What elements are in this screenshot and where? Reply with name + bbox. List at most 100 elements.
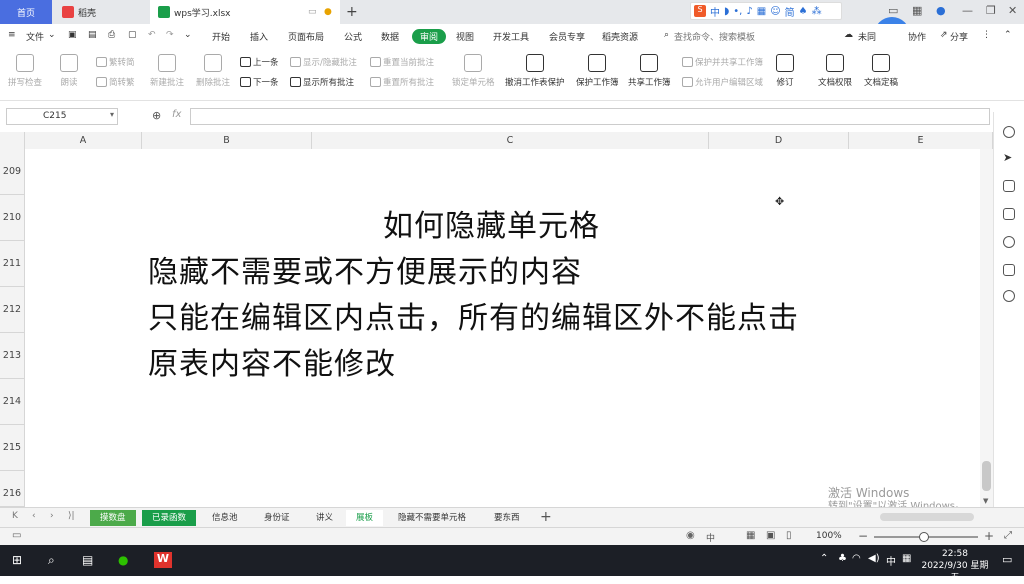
task-view-icon[interactable]: ▤ (82, 553, 93, 567)
collapse-ribbon-icon[interactable]: ⌃ (1004, 30, 1012, 40)
macro-icon[interactable]: ▭ (12, 530, 21, 541)
zoom-out-button[interactable]: − (858, 529, 868, 543)
windows-start-icon[interactable]: ⊞ (12, 553, 22, 567)
show-all-comments-button[interactable]: 显示所有批注 (290, 76, 354, 88)
redo-icon[interactable]: ↷ (166, 30, 174, 40)
column-header-a[interactable]: A (25, 132, 142, 149)
unsaved-status[interactable]: 未同 (858, 30, 876, 43)
zoom-icon[interactable]: ⊕ (152, 109, 161, 122)
tab-workbook[interactable]: wps学习.xlsx ▭ ● (150, 0, 340, 24)
last-sheet-icon[interactable]: ⟩| (68, 511, 75, 521)
row-header[interactable]: 215 (0, 425, 25, 471)
row-header[interactable]: 216 (0, 471, 25, 507)
column-header-d[interactable]: D (709, 132, 849, 149)
column-header-c[interactable]: C (312, 132, 709, 149)
monitor-icon[interactable]: ▭ (308, 7, 317, 17)
revise-button[interactable]: 修订 (776, 54, 794, 88)
tab-home[interactable]: 首页 (0, 0, 52, 24)
formula-input[interactable] (190, 108, 990, 125)
print-icon[interactable]: ⎙ (108, 30, 115, 40)
chevron-down-icon[interactable]: ▾ (110, 110, 114, 119)
vertical-scrollbar[interactable]: ▼ (980, 149, 993, 507)
search-icon[interactable]: ⌕ (48, 553, 55, 568)
sheet-tab[interactable]: 身份证 (254, 510, 300, 526)
sogou-icon[interactable]: S (694, 5, 706, 17)
help-icon[interactable] (1003, 236, 1015, 248)
add-sheet-button[interactable]: + (540, 509, 552, 525)
menu-daoke-resources[interactable]: 稻壳资源 (602, 30, 638, 43)
name-box[interactable]: C215 (6, 108, 118, 125)
lock-cell-button[interactable]: 锁定单元格 (452, 54, 495, 88)
format-icon[interactable] (1003, 208, 1015, 220)
ime-mode[interactable]: 中 (710, 4, 720, 19)
sheet-tab[interactable]: 要东西 (484, 510, 530, 526)
zoom-slider-thumb[interactable] (919, 532, 929, 542)
row-header[interactable]: 210 (0, 195, 25, 241)
row-header[interactable]: 209 (0, 149, 25, 195)
skin-icon[interactable]: ☺ (770, 6, 780, 17)
grid-icon[interactable]: ⁂ (812, 6, 822, 17)
tray-app-icon[interactable]: ♣ (838, 553, 847, 564)
avatar[interactable]: ● (936, 4, 946, 17)
row-header[interactable]: 212 (0, 287, 25, 333)
ime-simplified[interactable]: 简 (785, 4, 795, 19)
wechat-icon[interactable]: ● (118, 553, 128, 567)
next-comment-button[interactable]: 下一条 (240, 76, 279, 88)
menu-formula[interactable]: 公式 (344, 30, 362, 43)
protect-workbook-button[interactable]: 保护工作簿 (576, 54, 619, 88)
sheet-tab[interactable]: 已录函数 (142, 510, 197, 526)
delete-comment-button[interactable]: 删除批注 (196, 54, 230, 88)
preview-icon[interactable]: ▢ (128, 30, 137, 40)
scroll-thumb[interactable] (982, 461, 991, 491)
menu-start[interactable]: 开始 (212, 30, 230, 43)
spellcheck-button[interactable]: 拼写检查 (8, 54, 42, 88)
sheet-tab[interactable]: 讲义 (306, 510, 343, 526)
search-icon[interactable]: ⌕ (664, 30, 669, 40)
command-search[interactable]: 查找命令、搜索模板 (674, 30, 755, 43)
menu-page-layout[interactable]: 页面布局 (288, 30, 324, 43)
shirt-icon[interactable]: ♠ (799, 6, 808, 17)
chevron-down-icon[interactable]: ⌄ (48, 30, 56, 40)
menu-dev-tools[interactable]: 开发工具 (493, 30, 529, 43)
share-icon[interactable]: ⇗ (940, 30, 948, 40)
cell-grid[interactable]: 如何隐藏单元格 隐藏不需要或不方便展示的内容 只能在编辑区内点击，所有的编辑区外… (25, 149, 980, 507)
share-button[interactable]: 分享 (950, 30, 968, 43)
first-sheet-icon[interactable]: K (12, 511, 18, 521)
location-icon[interactable] (1003, 290, 1015, 302)
share-workbook-button[interactable]: 共享工作簿 (628, 54, 671, 88)
simp-to-trad-button[interactable]: 简转繁 (96, 76, 135, 88)
prev-sheet-icon[interactable]: ‹ (32, 511, 36, 521)
new-tab-button[interactable]: + (344, 0, 364, 24)
page-break-icon[interactable]: ▯ (786, 530, 792, 541)
layout-icon[interactable]: ▭ (888, 4, 898, 17)
unprotect-sheet-button[interactable]: 撤消工作表保护 (505, 54, 565, 88)
reset-current-comment-button[interactable]: 重置当前批注 (370, 56, 434, 68)
cloud-icon[interactable]: ☁ (844, 30, 853, 40)
row-header[interactable]: 213 (0, 333, 25, 379)
restore-button[interactable]: ❐ (986, 4, 996, 17)
notification-icon[interactable]: ▭ (1002, 553, 1012, 566)
menu-view[interactable]: 视图 (456, 30, 474, 43)
export-icon[interactable]: ▤ (88, 30, 97, 40)
save-icon[interactable]: ▣ (68, 30, 77, 40)
keyboard-icon[interactable]: ▦ (757, 6, 766, 17)
menu-data[interactable]: 数据 (381, 30, 399, 43)
horizontal-scrollbar[interactable] (880, 513, 974, 521)
menu-file[interactable]: 文件 (26, 30, 44, 43)
image-icon[interactable] (1003, 264, 1015, 276)
doc-permission-button[interactable]: 文档权限 (818, 54, 852, 88)
punct-icon[interactable]: •, (733, 6, 742, 17)
minimize-button[interactable]: — (962, 4, 973, 17)
fullscreen-icon[interactable]: ⤢ (1004, 530, 1012, 541)
undo-icon[interactable]: ↶ (148, 30, 156, 40)
fx-icon[interactable]: fx (172, 109, 181, 120)
page-layout-icon[interactable]: ▣ (766, 530, 775, 541)
clock[interactable]: 22:58 2022/9/30 星期五 (920, 548, 990, 584)
allow-edit-range-button[interactable]: 允许用户编辑区域 (682, 76, 763, 88)
row-header[interactable]: 211 (0, 241, 25, 287)
trad-to-simp-button[interactable]: 繁转简 (96, 56, 135, 68)
normal-view-icon[interactable]: ▦ (746, 530, 755, 541)
hamburger-icon[interactable]: ≡ (8, 30, 16, 40)
chevron-down-icon[interactable]: ⌄ (184, 30, 192, 40)
volume-icon[interactable]: ◀) (868, 553, 880, 564)
